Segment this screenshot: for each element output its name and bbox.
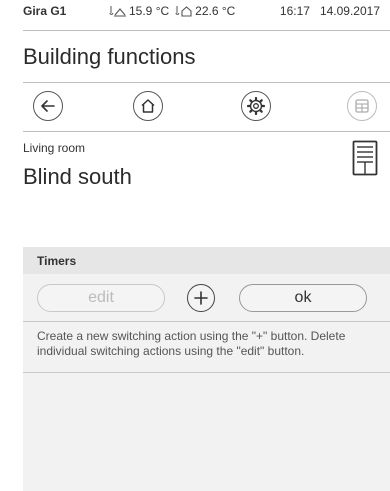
plus-icon [194, 291, 208, 305]
outdoor-temperature: 15.9 °C [109, 4, 169, 18]
timers-header: Timers [23, 247, 390, 274]
home-icon [141, 99, 155, 113]
indoor-temperature-value: 22.6 °C [195, 4, 236, 18]
ok-button[interactable]: ok [239, 284, 367, 312]
temperature-readouts: 15.9 °C 22.6 °C [109, 4, 235, 18]
timers-hint-text: Create a new switching action using the … [37, 329, 346, 358]
divider [23, 30, 390, 31]
brand-label: Gira G1 [23, 4, 67, 18]
page-title: Building functions [23, 44, 196, 69]
clock: 16:17 14.09.2017 [280, 4, 390, 18]
settings-button[interactable] [241, 91, 271, 121]
indoor-temperature: 22.6 °C [175, 4, 235, 18]
outdoor-thermometer-icon [109, 6, 126, 17]
grid-icon [355, 99, 369, 113]
date-label: 14.09.2017 [319, 4, 380, 18]
timer-actions: edit ok [23, 278, 390, 318]
outdoor-temperature-value: 15.9 °C [129, 4, 170, 18]
status-bar: Gira G1 15.9 °C 22.6 °C 16:17 14.09.2017 [23, 0, 390, 22]
divider [23, 372, 390, 373]
device-title: Blind south [23, 164, 132, 189]
back-button[interactable] [33, 91, 63, 121]
divider [23, 82, 390, 83]
room-label: Living room [23, 141, 86, 155]
divider [23, 131, 390, 132]
arrow-left-icon [41, 100, 55, 112]
time-label: 16:17 [279, 4, 310, 18]
indoor-thermometer-icon [175, 6, 192, 17]
divider [23, 321, 390, 322]
home-button[interactable] [133, 91, 163, 121]
blind-icon [352, 140, 378, 176]
gear-icon [246, 96, 266, 116]
grid-view-button[interactable] [347, 91, 377, 121]
add-timer-button[interactable] [187, 284, 215, 312]
navigation-bar [23, 91, 390, 125]
edit-button[interactable]: edit [37, 284, 165, 312]
timers-section-label: Timers [37, 254, 77, 268]
